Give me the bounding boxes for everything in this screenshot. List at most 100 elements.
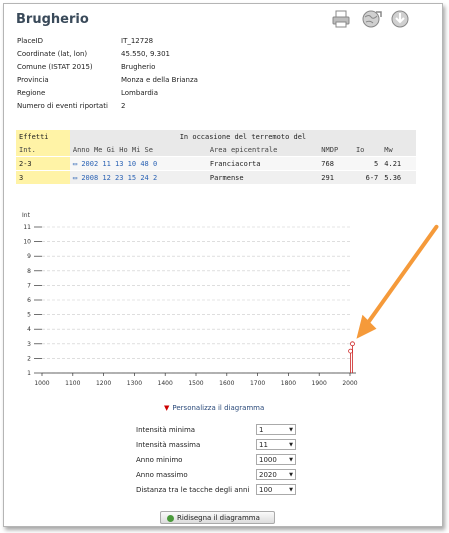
customize-toggle[interactable]: ▼ Personalizza il diagramma: [164, 404, 264, 412]
annotation-arrow: [356, 224, 439, 339]
info-row: Numero di eventi riportati 2: [17, 100, 198, 113]
chart-grid: [42, 226, 350, 374]
x-tick-label: 1500: [188, 380, 203, 387]
y-tick-label: 4: [27, 326, 31, 333]
x-tick-label: 2000: [342, 380, 357, 387]
x-tick-label: 1700: [250, 380, 265, 387]
info-key: PlaceID: [17, 37, 44, 45]
max-intensity-select[interactable]: 11 ▼: [256, 439, 296, 450]
x-tick-label: 1400: [158, 380, 173, 387]
chevron-down-icon: ▼: [289, 487, 293, 493]
chart-points: [348, 341, 355, 373]
row-int: 3: [16, 170, 70, 184]
x-tick-label: 1200: [96, 380, 111, 387]
tick-distance-select[interactable]: 100 ▼: [256, 484, 296, 495]
events-header-row: Effetti In occasione del terremoto del: [16, 130, 416, 143]
y-tick-label: 1: [27, 370, 31, 377]
triangle-down-icon: ▼: [164, 404, 170, 412]
min-intensity-select[interactable]: 1 ▼: [256, 424, 296, 435]
chevron-down-icon: ▼: [289, 472, 293, 478]
row-io: 6-7: [352, 170, 382, 184]
col-area: Area epicentrale: [206, 143, 319, 157]
y-tick-label: 3: [27, 341, 31, 348]
info-value: Brugherio: [121, 63, 156, 71]
x-tick-label: 1100: [65, 380, 80, 387]
y-tick-label: 6: [27, 297, 31, 304]
min-intensity-value: 1: [259, 426, 264, 434]
x-tick-label: 1600: [219, 380, 234, 387]
info-row: Provincia Monza e della Brianza: [17, 74, 198, 87]
info-row: Coordinate (lat, lon) 45.550, 9.301: [17, 48, 198, 61]
events-columns-row: Int. Anno Me Gi Ho Mi Se Area epicentral…: [16, 143, 416, 157]
chevron-down-icon: ▼: [289, 457, 293, 463]
globe-export-icon[interactable]: [361, 9, 383, 29]
redraw-button-label: Ridisegna il diagramma: [177, 514, 260, 522]
max-intensity-value: 11: [259, 441, 268, 449]
y-tick-label: 5: [27, 312, 31, 319]
info-value: Lombardia: [121, 89, 159, 97]
customize-label[interactable]: Personalizza il diagramma: [172, 404, 264, 412]
row-date[interactable]: 2002 11 13 10 48 0: [81, 160, 157, 168]
y-tick-label: 2: [27, 355, 31, 362]
x-tick-label: 1900: [312, 380, 327, 387]
chevron-down-icon: ▼: [289, 427, 293, 433]
y-tick-label: 9: [27, 253, 31, 260]
download-icon[interactable]: [390, 9, 410, 29]
info-key: Numero di eventi riportati: [17, 102, 108, 110]
max-year-label: Anno massimo: [136, 471, 188, 479]
col-int: Int.: [16, 143, 70, 157]
row-int: 2-3: [16, 156, 70, 171]
col-mw: Mw: [381, 143, 416, 157]
min-year-label: Anno minimo: [136, 456, 183, 464]
table-row[interactable]: 3 ▭ 2008 12 23 15 24 2 Parmense 291 6-7 …: [16, 170, 416, 184]
info-key: Provincia: [17, 76, 49, 84]
page-title: Brugherio: [16, 12, 89, 27]
row-nmdp: 291: [318, 170, 353, 184]
info-value: 45.550, 9.301: [121, 50, 170, 58]
info-value: IT_12728: [121, 37, 154, 45]
x-tick-label: 1000: [34, 380, 49, 387]
data-point: [350, 341, 355, 347]
x-axis: 1000 1100 1200 1300 1400 1500 1600 1700 1800 1900…: [34, 372, 358, 387]
max-year-select[interactable]: 2020 ▼: [256, 469, 296, 480]
arrow-shaft: [364, 224, 439, 327]
y-axis-label: Int: [22, 212, 31, 219]
row-date-link[interactable]: ▭ 2002 11 13 10 48 0: [69, 156, 207, 171]
place-info: PlaceID IT_12728 Coordinate (lat, lon) 45.…: [17, 35, 198, 113]
info-value: 2: [121, 102, 126, 110]
col-nmdp: NMDP: [318, 143, 353, 157]
max-intensity-label: Intensità massima: [136, 441, 201, 449]
refresh-icon: [167, 514, 174, 522]
y-tick-label: 11: [23, 224, 31, 231]
info-row: Regione Lombardia: [17, 87, 198, 100]
y-tick-label: 10: [23, 239, 31, 246]
info-row: PlaceID IT_12728: [17, 35, 198, 48]
y-tick-label: 7: [27, 282, 31, 289]
col-date: Anno Me Gi Ho Mi Se: [69, 143, 207, 157]
data-point: [348, 348, 354, 354]
events-table: Effetti In occasione del terremoto del I…: [16, 130, 416, 184]
redraw-button[interactable]: Ridisegna il diagramma: [160, 511, 275, 524]
chevron-down-icon: ▼: [289, 442, 293, 448]
table-row[interactable]: 2-3 ▭ 2002 11 13 10 48 0 Franciacorta 76…: [16, 156, 416, 171]
tick-distance-label: Distanza tra le tacche degli anni: [136, 486, 250, 494]
row-date[interactable]: 2008 12 23 15 24 2: [81, 174, 157, 182]
min-intensity-label: Intensità minima: [136, 426, 196, 434]
y-axis: Int 1 2 3 4 5 6 7 8 9 10 11: [22, 212, 42, 377]
effects-header: Effetti: [16, 130, 70, 143]
row-mw: 4.21: [381, 156, 416, 171]
row-area: Franciacorta: [206, 156, 319, 171]
x-tick-label: 1300: [127, 380, 142, 387]
col-io: Io: [352, 143, 382, 157]
info-key: Coordinate (lat, lon): [17, 50, 88, 58]
info-value: Monza e della Brianza: [121, 76, 198, 84]
min-year-select[interactable]: 1000 ▼: [256, 454, 296, 465]
row-date-link[interactable]: ▭ 2008 12 23 15 24 2: [69, 170, 207, 184]
printer-icon[interactable]: [331, 9, 351, 29]
max-year-value: 2020: [259, 471, 277, 479]
occasion-header: In occasione del terremoto del: [69, 130, 416, 143]
min-year-value: 1000: [259, 456, 277, 464]
info-row: Comune (ISTAT 2015) Brugherio: [17, 61, 198, 74]
row-area: Parmense: [206, 170, 319, 184]
tick-distance-value: 100: [259, 486, 273, 494]
